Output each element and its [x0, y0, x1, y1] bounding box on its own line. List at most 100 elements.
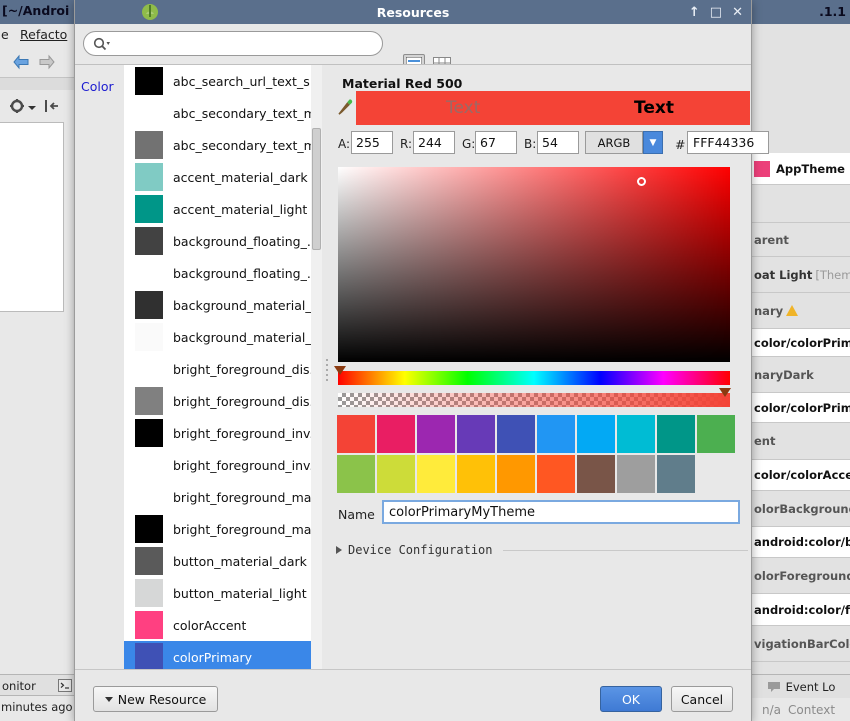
scrollbar-thumb[interactable]: [312, 128, 321, 250]
palette-swatch[interactable]: [497, 415, 535, 453]
color-mode-select[interactable]: ARGB: [585, 131, 643, 154]
resource-list-item[interactable]: bright_foreground_ma...: [124, 513, 313, 545]
resource-list-item[interactable]: bright_foreground_inv...: [124, 449, 313, 481]
resource-list-item[interactable]: background_floating_...: [124, 257, 313, 289]
forward-arrow-icon[interactable]: [38, 54, 56, 70]
palette-swatch[interactable]: [577, 455, 615, 493]
expand-triangle-icon[interactable]: [336, 546, 342, 554]
resource-item-label: abc_search_url_text_s...: [173, 73, 314, 89]
palette-swatch[interactable]: [457, 455, 495, 493]
hex-input[interactable]: [687, 131, 769, 154]
palette-swatch[interactable]: [537, 415, 575, 453]
theme-colorforeground-value-row[interactable]: android:color/fore: [752, 594, 850, 626]
new-resource-button[interactable]: New Resource: [93, 686, 218, 712]
resource-color-chip: [135, 67, 163, 95]
palette-swatch[interactable]: [577, 415, 615, 453]
ide-tool-icons: [8, 96, 78, 118]
menu-item-edit[interactable]: e: [1, 27, 9, 42]
eyedropper-icon[interactable]: [337, 97, 353, 119]
theme-colorprimarydark-value: color/colorPrima: [754, 400, 850, 415]
resource-list[interactable]: abc_search_url_text_s... abc_secondary_te…: [124, 65, 314, 669]
palette-swatch[interactable]: [377, 455, 415, 493]
hue-slider-marker[interactable]: [334, 366, 346, 375]
palette-swatch[interactable]: [657, 455, 695, 493]
restore-icon[interactable]: □: [710, 6, 722, 19]
resource-name-input[interactable]: [382, 500, 740, 524]
resource-item-label: bright_foreground_inv...: [173, 425, 314, 441]
palette-swatch[interactable]: [377, 415, 415, 453]
alpha-slider-marker[interactable]: [719, 388, 731, 397]
palette-swatch[interactable]: [337, 455, 375, 493]
theme-colorprimary-value-row[interactable]: color/colorPrima: [752, 329, 850, 357]
resource-list-item[interactable]: bright_foreground_inv...: [124, 417, 314, 449]
resource-list-item[interactable]: background_floating_...: [124, 225, 313, 257]
event-log-tab[interactable]: Event Lo: [752, 674, 850, 698]
maximize-icon[interactable]: ↑: [689, 6, 700, 19]
menu-item-refactor[interactable]: Refacto: [20, 27, 67, 42]
resource-list-item[interactable]: background_material_...: [124, 289, 313, 321]
search-box[interactable]: [83, 31, 383, 56]
resource-list-item[interactable]: accent_material_dark: [124, 161, 313, 193]
search-input[interactable]: [114, 36, 376, 53]
resource-name-label: Name: [338, 507, 375, 522]
palette-swatch[interactable]: [537, 455, 575, 493]
resource-list-item[interactable]: background_material_l...: [124, 321, 313, 353]
theme-colorbackground-label: olorBackground: [754, 501, 850, 516]
resource-list-item[interactable]: bright_foreground_dis...: [124, 385, 313, 417]
hue-slider[interactable]: [338, 371, 730, 385]
resource-list-item[interactable]: button_material_light: [124, 577, 313, 609]
category-item-color[interactable]: Color: [81, 79, 114, 94]
palette-swatch[interactable]: [617, 455, 655, 493]
device-configuration-section[interactable]: Device Configuration: [336, 541, 748, 559]
ok-button[interactable]: OK: [600, 686, 662, 712]
theme-apptheme-row[interactable]: AppTheme: [752, 153, 850, 185]
resource-item-label: abc_secondary_text_m...: [173, 105, 314, 121]
theme-coloraccent-row: ent: [752, 423, 850, 460]
palette-swatch[interactable]: [617, 415, 655, 453]
panel-splitter[interactable]: [323, 65, 332, 669]
theme-colorprimarydark-value-row[interactable]: color/colorPrima: [752, 393, 850, 423]
blue-input[interactable]: [537, 131, 579, 154]
resource-list-scrollbar[interactable]: [311, 65, 322, 669]
alpha-input[interactable]: [351, 131, 393, 154]
resource-list-item[interactable]: colorPrimary: [124, 641, 313, 669]
resource-color-chip: [135, 387, 163, 415]
collapse-icon[interactable]: [44, 98, 60, 114]
theme-colorforeground-label: olorForeground: [754, 568, 850, 583]
terminal-icon[interactable]: [58, 679, 72, 692]
palette-swatch[interactable]: [417, 455, 455, 493]
material-palette[interactable]: [337, 415, 742, 495]
resource-list-item[interactable]: abc_secondary_text_m...: [124, 129, 313, 161]
saturation-value-area[interactable]: [338, 167, 730, 362]
palette-swatch[interactable]: [457, 415, 495, 453]
theme-colorbackground-value-row[interactable]: android:color/bac: [752, 527, 850, 558]
alpha-slider[interactable]: [338, 393, 730, 407]
resource-list-item[interactable]: abc_secondary_text_m...: [124, 97, 314, 129]
sv-cursor-handle[interactable]: [637, 177, 646, 186]
palette-swatch[interactable]: [697, 415, 735, 453]
palette-swatch[interactable]: [417, 415, 455, 453]
palette-swatch[interactable]: [497, 455, 535, 493]
palette-swatch[interactable]: [657, 415, 695, 453]
resource-list-item[interactable]: bright_foreground_ma...: [124, 481, 313, 513]
resource-list-item[interactable]: bright_foreground_dis...: [124, 353, 313, 385]
close-icon[interactable]: ✕: [732, 6, 743, 19]
cancel-label: Cancel: [680, 691, 724, 707]
cancel-button[interactable]: Cancel: [671, 686, 733, 712]
color-mode-label: ARGB: [597, 135, 631, 150]
green-input[interactable]: [475, 131, 517, 154]
gear-icon[interactable]: [8, 96, 28, 116]
theme-coloraccent-value-row[interactable]: color/colorAccen: [752, 460, 850, 491]
search-icon[interactable]: [93, 37, 111, 52]
gear-dropdown-icon[interactable]: [28, 104, 36, 112]
color-mode-dropdown-icon[interactable]: ▼: [643, 131, 663, 154]
resource-list-item[interactable]: abc_search_url_text_s...: [124, 65, 314, 97]
red-input[interactable]: [413, 131, 455, 154]
resource-list-item[interactable]: accent_material_light: [124, 193, 313, 225]
theme-parent-value-row[interactable]: oat Light [Theme.: [752, 257, 850, 293]
speech-bubble-icon: [767, 681, 780, 692]
resource-list-item[interactable]: colorAccent: [124, 609, 313, 641]
back-arrow-icon[interactable]: [12, 54, 30, 70]
resource-list-item[interactable]: button_material_dark: [124, 545, 313, 577]
palette-swatch[interactable]: [337, 415, 375, 453]
